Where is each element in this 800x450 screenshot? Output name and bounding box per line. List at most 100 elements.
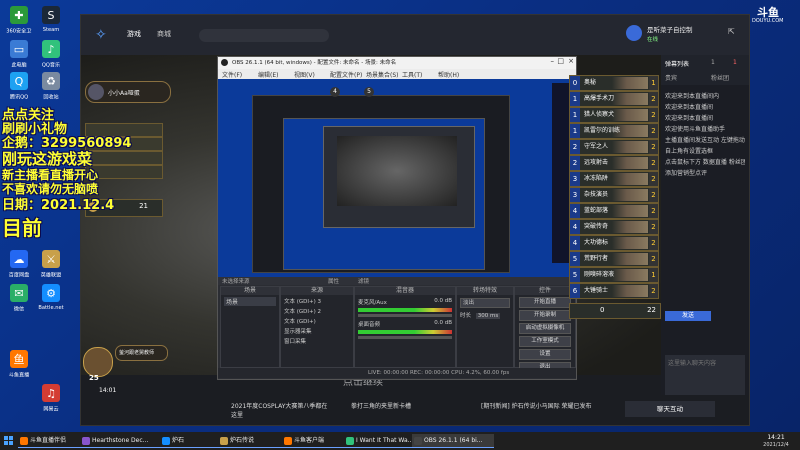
external-link-icon[interactable]: ⇱ — [728, 27, 735, 36]
minimize-icon[interactable]: – — [551, 57, 555, 65]
properties-button[interactable]: 属性 — [328, 277, 339, 285]
card-qty: 2 — [649, 156, 658, 170]
scenes-panel: 场景 场景 — [220, 286, 280, 368]
obs-source-toolbar: 未选择来源 属性 滤镜 — [218, 277, 576, 285]
card-qty: 1 — [649, 76, 658, 90]
source-item[interactable]: 文本 (GDI+) 2 — [284, 307, 350, 315]
maximize-icon[interactable]: □ — [557, 57, 564, 65]
avatar[interactable] — [626, 25, 642, 41]
desktop-icon[interactable]: ♫ 网易云 — [36, 384, 66, 413]
start-button-icon[interactable] — [4, 436, 14, 446]
taskbar-item[interactable]: 炉石 — [160, 434, 226, 448]
obs-control-button[interactable]: 启动虚拟摄像机 — [519, 323, 571, 334]
send-label[interactable]: 发送 — [665, 311, 711, 321]
taskbar-item-label: 斗鱼客户端 — [294, 437, 325, 444]
deck-tracker: 0 奥秘 1 1 高爆手术刀 2 1 猎人侦察犬 2 1 凯雷尔的训练 2 2 守军之人 2 2 远攻射击 2 3 冰… — [569, 75, 659, 325]
chat-message: 欢迎来到本直播间 — [665, 115, 714, 122]
obs-titlebar: OBS 26.1.1 (64 bit, windows) - 配置文件: 未命名… — [218, 57, 576, 69]
taskbar-item[interactable]: 炉石传说 — [218, 434, 290, 448]
desktop-icon[interactable]: S Steam — [36, 6, 66, 33]
card-cost: 0 — [570, 76, 580, 90]
filters-button[interactable]: 滤镜 — [358, 277, 369, 285]
chat-input[interactable]: 这里输入聊天内容 — [665, 355, 745, 395]
duration-row: 时长 300 ms — [460, 311, 510, 319]
nav-games[interactable]: 游戏 — [127, 29, 141, 39]
clock-time[interactable]: 14:21 — [756, 434, 796, 441]
obs-control-button[interactable]: 开始直播 — [519, 297, 571, 308]
card-cost: 3 — [570, 188, 580, 202]
source-item[interactable]: 窗口采集 — [284, 337, 350, 345]
volume-meter — [358, 330, 452, 334]
obs-menu-item[interactable]: 配置文件(P) — [330, 70, 362, 79]
nav-shop[interactable]: 商城 — [157, 29, 171, 39]
card-qty: 2 — [649, 284, 658, 298]
desktop-icon[interactable]: ⚙ Battle.net — [36, 284, 66, 311]
obs-control-button[interactable]: 设置 — [519, 349, 571, 360]
app-icon: Q — [10, 72, 28, 90]
obs-menu-item[interactable]: 场景集合(S) — [366, 70, 399, 79]
card-name: 突破传奇 — [584, 223, 609, 230]
desktop-icon[interactable]: Q 腾讯QQ — [4, 72, 34, 101]
desktop-icon[interactable]: 鱼斗鱼直播 — [4, 350, 34, 379]
obs-control-button[interactable]: 工作室模式 — [519, 336, 571, 347]
transition-select[interactable]: 淡出 — [460, 298, 510, 308]
desktop-icon-label: 英雄联盟 — [40, 272, 62, 279]
douyu-topbar: ✧ 游戏 商城 是听菜子自控制 在线 ⇱ — [81, 15, 749, 55]
taskbar-item[interactable]: Hearthstone Dec... — [80, 434, 168, 448]
card-name: 冰冻陷阱 — [584, 175, 609, 182]
obs-menu-item[interactable]: 帮助(H) — [438, 70, 459, 79]
hero-health: 25 — [89, 374, 99, 382]
desktop-icon[interactable]: ♪ QQ音乐 — [36, 40, 66, 69]
card-art — [612, 269, 648, 281]
taskbar-item[interactable]: 斗鱼直播伴侣 — [18, 434, 88, 448]
controls-header: 控件 — [515, 287, 575, 295]
obs-control-button[interactable]: 开始录制 — [519, 310, 571, 321]
desktop-icon-label: 腾讯QQ — [9, 94, 29, 101]
card-name: 远攻射击 — [584, 159, 609, 166]
chat-interact-button[interactable]: 聊天互动 — [625, 401, 715, 417]
obs-menu-item[interactable]: 工具(T) — [402, 70, 422, 79]
desktop-icon[interactable]: ▭ 此电脑 — [4, 40, 34, 69]
douyu-search[interactable] — [199, 29, 329, 42]
source-item[interactable]: 文本 (GDI+) — [284, 317, 350, 325]
source-item[interactable]: 显示器采集 — [284, 327, 350, 335]
source-item[interactable]: 文本 (GDI+) 3 — [284, 297, 350, 305]
obs-menubar: 文件(F) 编辑(E) 视图(V) 配置文件(P) 场景集合(S) 工具(T) 帮助(H) — [218, 69, 576, 79]
taskbar-item[interactable]: OBS 26.1.1 (64 bi... — [412, 434, 494, 448]
taskbar-item[interactable]: 斗鱼客户端 — [282, 434, 352, 448]
user-name[interactable]: 是听菜子自控制 — [647, 24, 693, 34]
taskbar-item[interactable]: I Want It That Wa... — [344, 434, 420, 448]
obs-menu-item[interactable]: 文件(F) — [222, 70, 242, 79]
chat-message: 欢迎来到本直播间 — [665, 104, 714, 111]
obs-menu-item[interactable]: 视图(V) — [294, 70, 315, 79]
scene-item[interactable]: 场景 — [224, 297, 276, 306]
duration-input[interactable]: 300 ms — [475, 313, 501, 319]
card-qty: 2 — [649, 204, 658, 218]
desktop-icon[interactable]: ♻ 回收站 — [36, 72, 66, 101]
tile-3[interactable]: [期刊新闻] 炉石传说小马国际 荣耀已发布 — [481, 401, 601, 410]
desktop-icon[interactable]: ✚ 360安全卫士 — [4, 6, 34, 35]
volume-meter — [358, 308, 452, 312]
card-name: 刚嗅碎溶液 — [584, 271, 615, 278]
close-icon[interactable]: × — [568, 57, 574, 65]
recommend-bar: 2021年度COSPLAY大赛第八季都在这里 拳打三角的夹里新卡槽 [期刊新闻]… — [81, 395, 749, 425]
tab-vip[interactable]: 贵宾 — [665, 73, 677, 82]
desktop-icon[interactable]: ⚔ 英雄联盟 — [36, 250, 66, 279]
obs-menu-item[interactable]: 编辑(E) — [258, 70, 278, 79]
desktop-icon[interactable]: ✉ 微信 — [4, 284, 34, 313]
hand-count: 21 — [139, 202, 148, 210]
card-cost: 6 — [570, 284, 580, 298]
card-cost: 3 — [570, 172, 580, 186]
tab-danmaku[interactable]: 弹幕列表 — [665, 59, 689, 68]
obs-preview[interactable]: 4 5 — [218, 79, 576, 277]
card-art — [612, 77, 648, 89]
tile-1[interactable]: 2021年度COSPLAY大赛第八季都在这里 — [231, 401, 331, 419]
tile-2[interactable]: 拳打三角的夹里新卡槽 — [351, 401, 451, 410]
desktop-icon-label: 微信 — [13, 306, 25, 313]
tab-fans[interactable]: 粉丝团 — [711, 73, 729, 82]
volume-slider[interactable] — [358, 336, 452, 339]
clock-date[interactable]: 2021/12/4 — [756, 442, 796, 448]
desktop-icon-label: 回收站 — [43, 94, 59, 101]
desktop-icon[interactable]: ☁ 百度网盘 — [4, 250, 34, 279]
volume-slider[interactable] — [358, 314, 452, 317]
